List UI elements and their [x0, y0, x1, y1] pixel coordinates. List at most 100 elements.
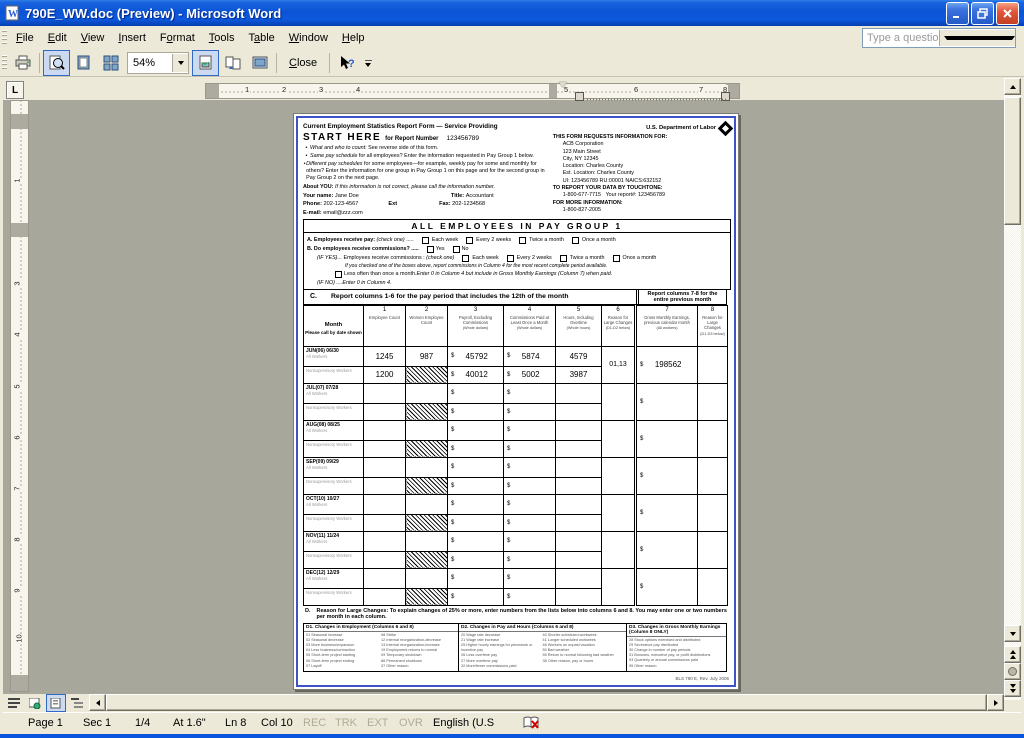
menu-help[interactable]: Help	[335, 28, 372, 48]
month-cell: JUN(06) 06/30All Workers	[304, 346, 364, 366]
menu-file[interactable]: File	[9, 28, 41, 48]
checkbox	[422, 237, 429, 244]
previous-page-button[interactable]	[1004, 646, 1021, 663]
hruler-number: 7	[698, 85, 704, 94]
reason-box-heading: D2. Changes in Pay and Hours (Columns 6 …	[459, 624, 626, 632]
zoom-dropdown[interactable]	[172, 54, 188, 72]
scroll-up-button[interactable]	[1004, 78, 1021, 95]
cell-women-count	[406, 531, 448, 551]
cell-hatched	[406, 366, 448, 383]
cell-gross-earnings: $	[636, 383, 698, 420]
cell-gross-earnings: $	[636, 420, 698, 457]
pay-option: Each week	[454, 255, 498, 262]
vertical-scroll-thumb[interactable]	[1004, 97, 1021, 225]
restore-button[interactable]	[971, 2, 994, 25]
cell-gross-earnings: $	[636, 494, 698, 531]
vruler-row-marker[interactable]	[11, 223, 28, 237]
outline-view-button[interactable]	[67, 694, 87, 712]
question-help-input[interactable]: Type a question for help	[862, 28, 1016, 48]
cell-reason-6	[602, 383, 636, 420]
pay-option: Twice a month	[552, 255, 605, 262]
vertical-scrollbar[interactable]	[1004, 78, 1021, 700]
scroll-right-button[interactable]	[987, 694, 1004, 711]
status-mode-ext[interactable]: EXT	[367, 717, 388, 729]
next-page-button[interactable]	[1004, 680, 1021, 697]
status-at-position: At 1.6"	[173, 717, 206, 729]
dollar-sign: $	[451, 594, 454, 600]
svg-text:W: W	[8, 9, 18, 20]
web-layout-view-button[interactable]	[25, 694, 45, 712]
horizontal-ruler[interactable]: 12345678	[205, 83, 740, 99]
dollar-sign: $	[451, 409, 454, 415]
menubar-grip-handle[interactable]	[2, 30, 7, 46]
cell-payroll: $	[448, 477, 504, 494]
menu-format[interactable]: Format	[153, 28, 202, 48]
toolbar-options-button[interactable]	[362, 60, 374, 67]
horizontal-scroll-thumb[interactable]	[106, 694, 987, 711]
one-page-button[interactable]	[70, 50, 97, 76]
company-ids: UI: 123456789 RU:00001 NAICS:632152	[553, 178, 731, 185]
agency-block: U.S. Department of Labor THIS FORM REQUE…	[549, 123, 731, 216]
first-line-indent-marker[interactable]	[559, 82, 567, 88]
fax-value: 202-1234568	[452, 201, 485, 207]
menu-tools[interactable]: Tools	[202, 28, 242, 48]
select-browse-object-button[interactable]	[1004, 663, 1021, 680]
column-header-2: 2Women Employee Count	[406, 305, 448, 346]
cell-hours	[556, 403, 602, 420]
document-page[interactable]: Current Employment Statistics Report For…	[293, 113, 739, 690]
toolbar-grip-handle[interactable]	[2, 55, 7, 71]
menu-edit[interactable]: Edit	[41, 28, 74, 48]
spelling-status-icon[interactable]	[523, 715, 541, 731]
status-language[interactable]: English (U.S	[433, 717, 494, 729]
menu-insert[interactable]: Insert	[111, 28, 153, 48]
minimize-button[interactable]	[946, 2, 969, 25]
zoom-combobox[interactable]: 54%	[127, 52, 189, 74]
menu-table[interactable]: Table	[241, 28, 281, 48]
menu-bar: FileEditViewInsertFormatToolsTableWindow…	[0, 26, 1024, 50]
hruler-number: 3	[318, 85, 324, 94]
help-button[interactable]: ?	[333, 50, 360, 76]
cell-gross-earnings: $	[636, 568, 698, 605]
ruler-margin-left	[206, 84, 219, 98]
cell-hours: 4579	[556, 346, 602, 366]
scroll-left-button[interactable]	[89, 694, 106, 711]
status-mode-rec[interactable]: REC	[303, 717, 326, 729]
scroll-down-button[interactable]	[1004, 625, 1021, 642]
horizontal-scroll-track[interactable]	[89, 694, 1004, 711]
hanging-indent-marker[interactable]	[575, 92, 584, 101]
vruler-number: 7	[13, 485, 22, 491]
cell-employee-count	[364, 420, 406, 440]
print-button[interactable]	[9, 50, 36, 76]
close-preview-button[interactable]: Close	[280, 53, 326, 73]
cell-reason-6	[602, 457, 636, 494]
cell-reason-8	[698, 346, 728, 383]
dollar-sign: $	[507, 483, 510, 489]
cell-reason-8	[698, 383, 728, 420]
cell-employee-count	[364, 477, 406, 494]
cell-employee-count	[364, 440, 406, 457]
vruler-margin-top	[11, 114, 28, 129]
vertical-ruler[interactable]: 12345678910	[10, 100, 29, 692]
multiple-pages-button[interactable]	[97, 50, 124, 76]
view-ruler-button[interactable]	[192, 50, 219, 76]
magnifier-button[interactable]	[43, 50, 70, 76]
line-ifno: (IF NO) ....Enter 0 in Column 4.	[317, 280, 727, 286]
normal-view-button[interactable]	[4, 694, 24, 712]
cell-commissions: $	[504, 588, 556, 605]
shrink-to-fit-button[interactable]	[219, 50, 246, 76]
tab-stop-selector[interactable]: L	[6, 81, 24, 99]
cell-hours: 3987	[556, 366, 602, 383]
question-help-dropdown[interactable]	[939, 30, 1016, 46]
line-b: B. Do employees receive commissions? ...…	[307, 246, 727, 253]
menu-window[interactable]: Window	[282, 28, 335, 48]
close-button[interactable]	[996, 2, 1019, 25]
one-page-icon	[76, 55, 92, 71]
menu-view[interactable]: View	[74, 28, 112, 48]
status-mode-trk[interactable]: TRK	[335, 717, 357, 729]
cell-employee-count	[364, 457, 406, 477]
cell-payroll: $	[448, 588, 504, 605]
status-mode-ovr[interactable]: OVR	[399, 717, 423, 729]
print-layout-view-button[interactable]	[46, 694, 66, 712]
ruler-column-divider[interactable]	[549, 84, 557, 98]
full-screen-button[interactable]	[246, 50, 273, 76]
